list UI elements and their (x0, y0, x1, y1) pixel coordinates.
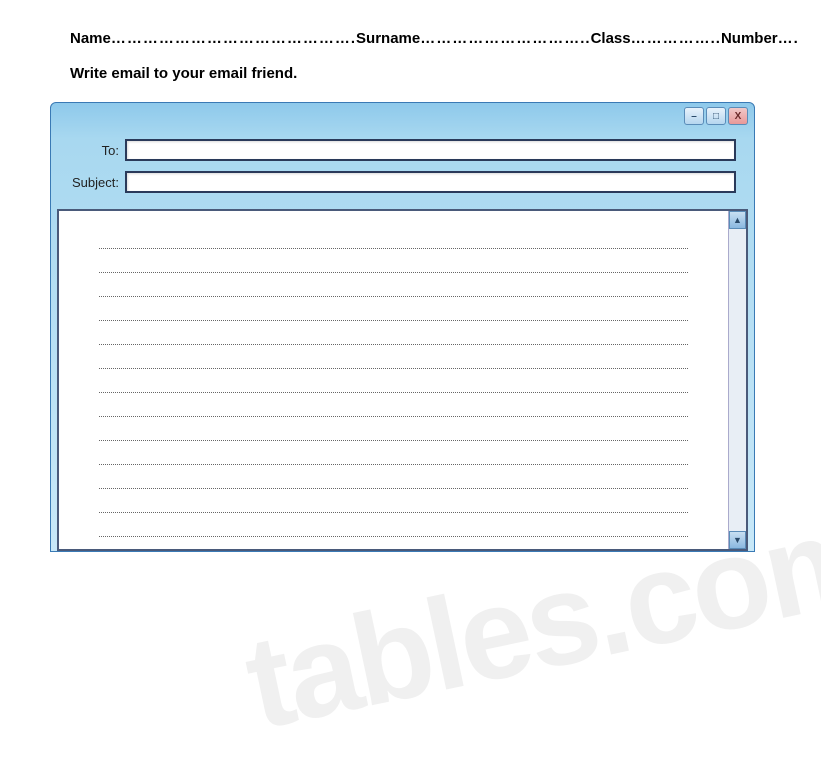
arrow-down-icon: ▼ (733, 535, 742, 545)
to-row: To: (69, 139, 736, 161)
subject-row: Subject: (69, 171, 736, 193)
subject-label: Subject: (69, 175, 125, 190)
to-label: To: (69, 143, 125, 158)
writing-line[interactable] (99, 297, 688, 321)
minimize-icon: – (691, 111, 697, 122)
writing-line[interactable] (99, 417, 688, 441)
surname-label: Surname (356, 30, 420, 47)
class-blank[interactable]: …………….. (631, 30, 721, 47)
subject-input[interactable] (125, 171, 736, 193)
instruction-text: Write email to your email friend. (70, 65, 751, 82)
email-body-container: ▲ ▼ (57, 209, 748, 551)
minimize-button[interactable]: – (684, 107, 704, 125)
name-label: Name (70, 30, 111, 47)
student-info-line: Name……………………………………….Surname…………………………..C… (70, 30, 751, 47)
writing-line[interactable] (99, 489, 688, 513)
close-icon: X (735, 111, 742, 122)
email-body-area[interactable] (59, 211, 728, 549)
writing-line[interactable] (99, 393, 688, 417)
writing-line[interactable] (99, 249, 688, 273)
scroll-down-button[interactable]: ▼ (729, 531, 746, 549)
surname-blank[interactable]: ………………………….. (420, 30, 590, 47)
class-label: Class (591, 30, 631, 47)
writing-line[interactable] (99, 441, 688, 465)
email-header-fields: To: Subject: (51, 129, 754, 209)
window-titlebar: – □ X (51, 103, 754, 129)
number-blank[interactable]: …. (778, 30, 799, 47)
maximize-icon: □ (713, 111, 719, 122)
writing-line[interactable] (99, 321, 688, 345)
number-label: Number (721, 30, 778, 47)
writing-line[interactable] (99, 369, 688, 393)
name-blank[interactable]: ………………………………………. (111, 30, 356, 47)
to-input[interactable] (125, 139, 736, 161)
maximize-button[interactable]: □ (706, 107, 726, 125)
email-window: – □ X To: Subject: ▲ ▼ (50, 102, 755, 552)
scroll-up-button[interactable]: ▲ (729, 211, 746, 229)
scrollbar[interactable]: ▲ ▼ (728, 211, 746, 549)
writing-line[interactable] (99, 225, 688, 249)
writing-line[interactable] (99, 513, 688, 537)
writing-line[interactable] (99, 273, 688, 297)
writing-line[interactable] (99, 345, 688, 369)
writing-line[interactable] (99, 465, 688, 489)
arrow-up-icon: ▲ (733, 215, 742, 225)
close-button[interactable]: X (728, 107, 748, 125)
